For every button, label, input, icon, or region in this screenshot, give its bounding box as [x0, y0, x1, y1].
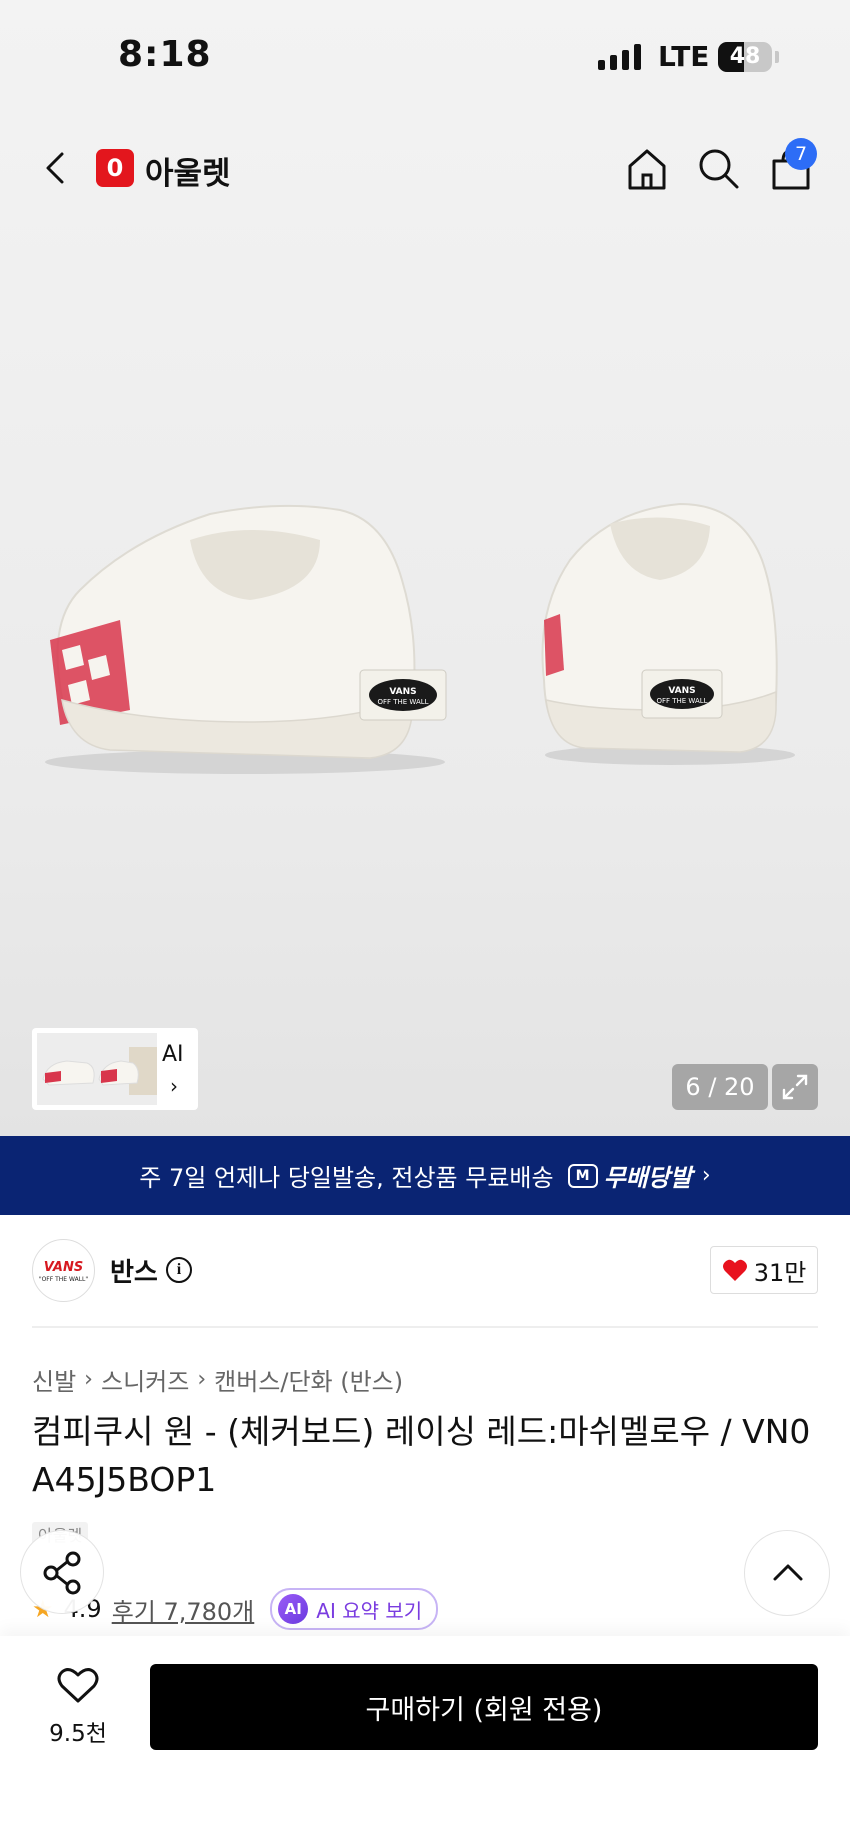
brand-logo[interactable]: VANS "OFF THE WALL": [32, 1239, 95, 1302]
info-icon[interactable]: i: [166, 1257, 192, 1283]
ai-summary-label: AI 요약 보기: [316, 1598, 423, 1623]
share-icon: [43, 1551, 81, 1595]
truck-icon: M: [567, 1163, 598, 1188]
breadcrumb: 신발 › 스니커즈 › 캔버스/단화 (반스): [32, 1362, 403, 1397]
share-button[interactable]: [20, 1530, 104, 1614]
reviews-link[interactable]: 후기 7,780개: [112, 1592, 255, 1627]
thumbnail-ai-label: AI: [162, 1042, 184, 1067]
battery-tip: [775, 51, 779, 63]
wishlist-count: 9.5천: [49, 1721, 107, 1747]
cart-count-badge: 7: [785, 138, 817, 170]
svg-text:OFF THE WALL: OFF THE WALL: [656, 697, 707, 705]
network-label: LTE: [658, 40, 710, 73]
outlet-logo-mark[interactable]: 0: [96, 149, 134, 187]
brand-like-button[interactable]: 31만: [710, 1246, 818, 1294]
status-time: 8:18: [118, 34, 212, 75]
free-shipping-banner[interactable]: 주 7일 언제나 당일발송, 전상품 무료배송 M 무배당발 ›: [0, 1136, 850, 1215]
chevron-right-icon: ›: [197, 1367, 207, 1392]
buy-button[interactable]: 구매하기 (회원 전용): [150, 1664, 818, 1750]
chevron-right-icon: ›: [701, 1163, 711, 1188]
svg-text:VANS: VANS: [668, 686, 695, 696]
brand-name[interactable]: 반스: [110, 1252, 158, 1289]
search-icon[interactable]: [694, 144, 744, 194]
free-delivery-text: 무배당발: [603, 1164, 692, 1192]
image-counter: 6 / 20: [672, 1064, 768, 1110]
signal-icon: [598, 44, 641, 70]
divider: [32, 1326, 818, 1328]
brand-logo-text: VANS: [43, 1260, 84, 1275]
back-icon[interactable]: [36, 144, 76, 192]
battery-icon: 48: [718, 42, 772, 72]
ai-icon: AI: [278, 1594, 309, 1624]
product-image-shoe-right: VANS OFF THE WALL: [541, 502, 795, 765]
brand-like-count: 31만: [753, 1258, 807, 1287]
breadcrumb-item[interactable]: 신발: [32, 1362, 76, 1397]
free-delivery-badge: M 무배당발: [567, 1158, 692, 1193]
breadcrumb-item[interactable]: 스니커즈: [101, 1362, 189, 1397]
chevron-up-icon: [773, 1564, 803, 1581]
product-title: 컴피쿠시 원 - (체커보드) 레이싱 레드:마쉬멜로우 / VN0A45J5B…: [32, 1412, 811, 1499]
breadcrumb-item[interactable]: 캔버스/단화 (반스): [214, 1362, 403, 1397]
battery-level: 48: [729, 44, 761, 69]
svg-text:VANS: VANS: [389, 687, 416, 697]
product-image-shoe-left: VANS OFF THE WALL: [45, 504, 447, 774]
expand-icon[interactable]: [772, 1064, 818, 1110]
chevron-right-icon: ›: [170, 1074, 178, 1098]
thumbnail-image: [37, 1033, 157, 1105]
outlet-logo-text[interactable]: 아울렛: [145, 148, 231, 193]
banner-text: 주 7일 언제나 당일발송, 전상품 무료배송: [139, 1164, 554, 1192]
svg-text:OFF THE WALL: OFF THE WALL: [377, 698, 428, 706]
wishlist-button[interactable]: 9.5천: [40, 1666, 116, 1748]
scroll-top-button[interactable]: [744, 1530, 830, 1616]
brand-logo-subtext: "OFF THE WALL": [38, 1276, 89, 1283]
heart-filled-icon: [722, 1259, 747, 1281]
ai-thumbnail-card[interactable]: AI ›: [32, 1028, 198, 1110]
heart-outline-icon: [57, 1668, 99, 1703]
home-icon[interactable]: [622, 144, 672, 194]
ai-summary-button[interactable]: AI AI 요약 보기: [270, 1588, 439, 1630]
chevron-right-icon: ›: [84, 1367, 93, 1392]
